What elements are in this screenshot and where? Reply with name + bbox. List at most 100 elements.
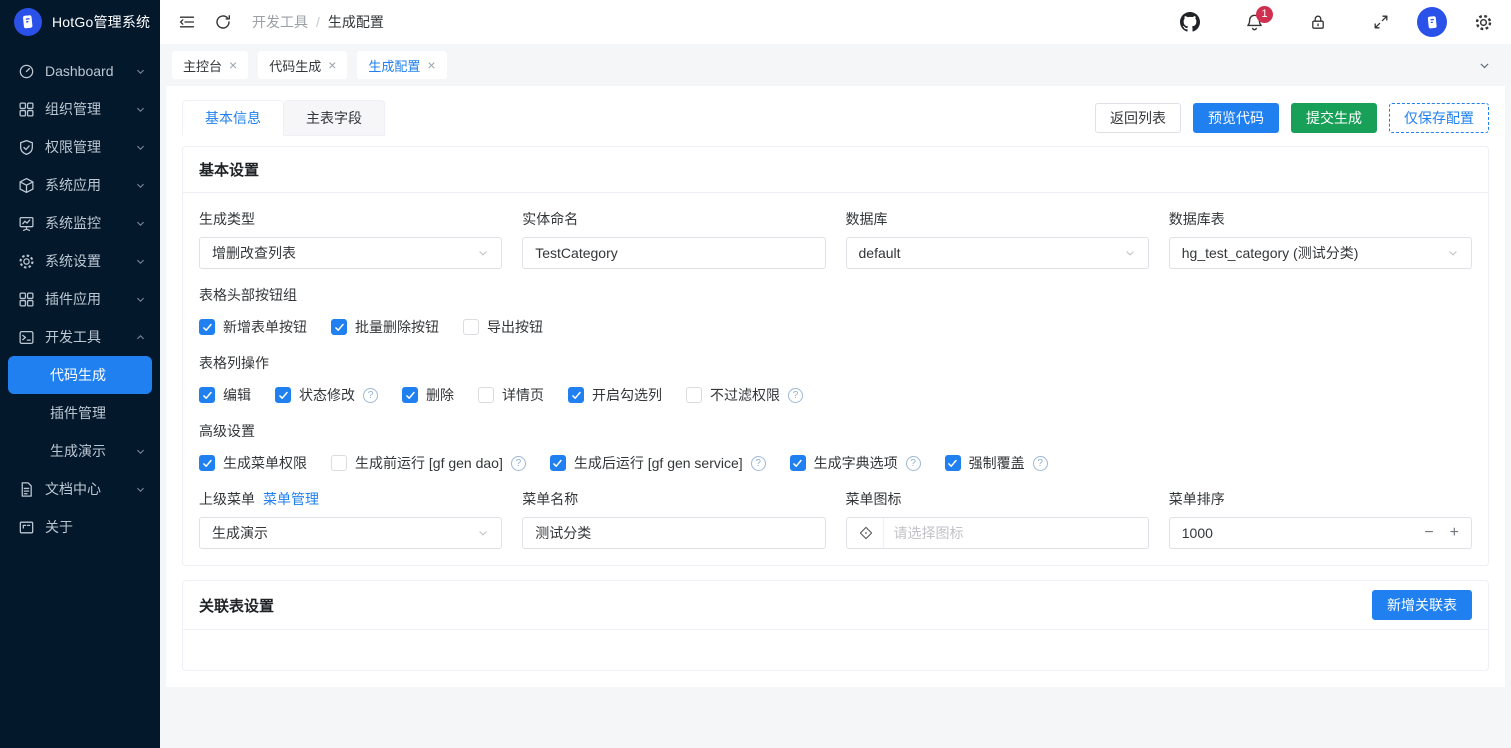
help-icon[interactable]: ?	[1033, 456, 1048, 471]
save-config-only-button[interactable]: 仅保存配置	[1389, 103, 1489, 133]
lock-icon[interactable]	[1309, 13, 1327, 31]
sidebar-item-dev-tools[interactable]: 开发工具	[0, 318, 160, 356]
breadcrumb-section[interactable]: 开发工具	[252, 12, 308, 32]
parent-menu-select[interactable]: 生成演示	[199, 517, 502, 549]
checkbox[interactable]	[331, 319, 347, 335]
help-icon[interactable]: ?	[363, 388, 378, 403]
close-icon[interactable]: ×	[328, 58, 336, 72]
field-database: 数据库 default	[846, 209, 1149, 269]
checkbox-label: 编辑	[223, 385, 251, 405]
sidebar-item-system-app[interactable]: 系统应用	[0, 166, 160, 204]
checkbox[interactable]	[790, 455, 806, 471]
checkbox-label: 状态修改	[299, 385, 355, 405]
help-icon[interactable]: ?	[788, 388, 803, 403]
menu-fold-icon[interactable]	[178, 13, 196, 31]
breadcrumb-separator: /	[316, 14, 320, 30]
input-value: 测试分类	[535, 523, 591, 543]
org-grid-icon	[18, 101, 35, 118]
menu-icon-picker[interactable]: 请选择图标	[846, 517, 1149, 549]
checkbox-option: 生成前运行 [gf gen dao] ?	[331, 453, 526, 473]
sidebar-item-about[interactable]: 关于	[0, 508, 160, 546]
entity-name-input[interactable]: TestCategory	[522, 237, 825, 269]
checkbox-option: 编辑	[199, 385, 251, 405]
sidebar-item-generation-demo[interactable]: 生成演示	[0, 432, 160, 470]
table-header-buttons-group: 表格头部按钮组 新增表单按钮 批量删除按钮	[199, 285, 1472, 337]
checkbox[interactable]	[199, 455, 215, 471]
chevron-down-icon	[477, 527, 489, 539]
notification-bell-icon[interactable]: 1	[1245, 13, 1264, 32]
field-db-table: 数据库表 hg_test_category (测试分类)	[1169, 209, 1472, 269]
checkbox-label: 生成字典选项	[814, 453, 898, 473]
sidebar-item-organization[interactable]: 组织管理	[0, 90, 160, 128]
menu-name-input[interactable]: 测试分类	[522, 517, 825, 549]
menu-sort-number-input[interactable]: 1000 − +	[1169, 517, 1472, 549]
tab-basic-info[interactable]: 基本信息	[182, 100, 284, 136]
settings-gear-icon[interactable]	[1474, 13, 1493, 32]
chevron-down-icon[interactable]	[1478, 59, 1499, 72]
breadcrumb-current: 生成配置	[328, 12, 384, 32]
app-logo[interactable]: HotGo管理系统	[0, 0, 160, 44]
submit-generate-button[interactable]: 提交生成	[1291, 103, 1377, 133]
checkbox-option: 生成字典选项 ?	[790, 453, 921, 473]
help-icon[interactable]: ?	[906, 456, 921, 471]
input-value: TestCategory	[535, 245, 617, 261]
checkbox[interactable]	[275, 387, 291, 403]
checkbox[interactable]	[331, 455, 347, 471]
checkbox-option: 新增表单按钮	[199, 317, 307, 337]
checkbox[interactable]	[568, 387, 584, 403]
plus-button[interactable]: +	[1450, 525, 1459, 541]
about-icon	[18, 519, 35, 536]
sidebar-item-plugin-management[interactable]: 插件管理	[0, 394, 160, 432]
notification-badge: 1	[1256, 6, 1273, 23]
minus-button[interactable]: −	[1424, 525, 1433, 541]
sidebar-item-dashboard[interactable]: Dashboard	[0, 52, 160, 90]
preview-code-button[interactable]: 预览代码	[1193, 103, 1279, 133]
group-label: 表格列操作	[199, 353, 1472, 373]
checkbox[interactable]	[463, 319, 479, 335]
sidebar-item-system-settings[interactable]: 系统设置	[0, 242, 160, 280]
checkbox[interactable]	[550, 455, 566, 471]
add-relation-table-button[interactable]: 新增关联表	[1372, 590, 1472, 620]
field-gen-type: 生成类型 增删改查列表	[199, 209, 502, 269]
help-icon[interactable]: ?	[511, 456, 526, 471]
checkbox[interactable]	[199, 319, 215, 335]
sidebar-item-permission[interactable]: 权限管理	[0, 128, 160, 166]
close-icon[interactable]: ×	[427, 58, 435, 72]
checkbox-label: 强制覆盖	[969, 453, 1025, 473]
field-label: 实体命名	[522, 209, 825, 229]
sidebar-item-code-generation[interactable]: 代码生成	[8, 356, 152, 394]
github-icon[interactable]	[1180, 12, 1200, 32]
tab-main-table-fields[interactable]: 主表字段	[284, 100, 385, 136]
tab-code-generation[interactable]: 代码生成 ×	[258, 51, 347, 79]
content-card: 基本信息 主表字段 返回列表 预览代码 提交生成 仅保存配置 基本设置	[166, 86, 1505, 687]
close-icon[interactable]: ×	[229, 58, 237, 72]
checkbox[interactable]	[402, 387, 418, 403]
checkbox[interactable]	[199, 387, 215, 403]
back-to-list-button[interactable]: 返回列表	[1095, 103, 1181, 133]
group-label: 表格头部按钮组	[199, 285, 1472, 305]
database-select[interactable]: default	[846, 237, 1149, 269]
refresh-icon[interactable]	[214, 13, 232, 31]
sidebar-item-label: 插件应用	[45, 289, 101, 309]
fullscreen-icon[interactable]	[1372, 13, 1390, 31]
field-parent-menu: 上级菜单 菜单管理 生成演示	[199, 489, 502, 549]
sidebar-item-plugin-app[interactable]: 插件应用	[0, 280, 160, 318]
tab-generation-config[interactable]: 生成配置 ×	[357, 51, 446, 79]
checkbox[interactable]	[478, 387, 494, 403]
cube-icon	[18, 177, 35, 194]
help-icon[interactable]: ?	[751, 456, 766, 471]
checkbox[interactable]	[945, 455, 961, 471]
menu-management-link[interactable]: 菜单管理	[263, 489, 319, 509]
checkbox[interactable]	[686, 387, 702, 403]
chevron-down-icon	[135, 484, 146, 495]
field-label-row: 上级菜单 菜单管理	[199, 489, 502, 509]
gen-type-select[interactable]: 增删改查列表	[199, 237, 502, 269]
db-table-select[interactable]: hg_test_category (测试分类)	[1169, 237, 1472, 269]
tab-console[interactable]: 主控台 ×	[172, 51, 248, 79]
group-label: 高级设置	[199, 421, 1472, 441]
sidebar-item-system-monitor[interactable]: 系统监控	[0, 204, 160, 242]
user-avatar[interactable]	[1417, 7, 1447, 37]
number-stepper: − +	[1424, 525, 1459, 541]
sidebar-item-label: 系统设置	[45, 251, 101, 271]
sidebar-item-doc-center[interactable]: 文档中心	[0, 470, 160, 508]
